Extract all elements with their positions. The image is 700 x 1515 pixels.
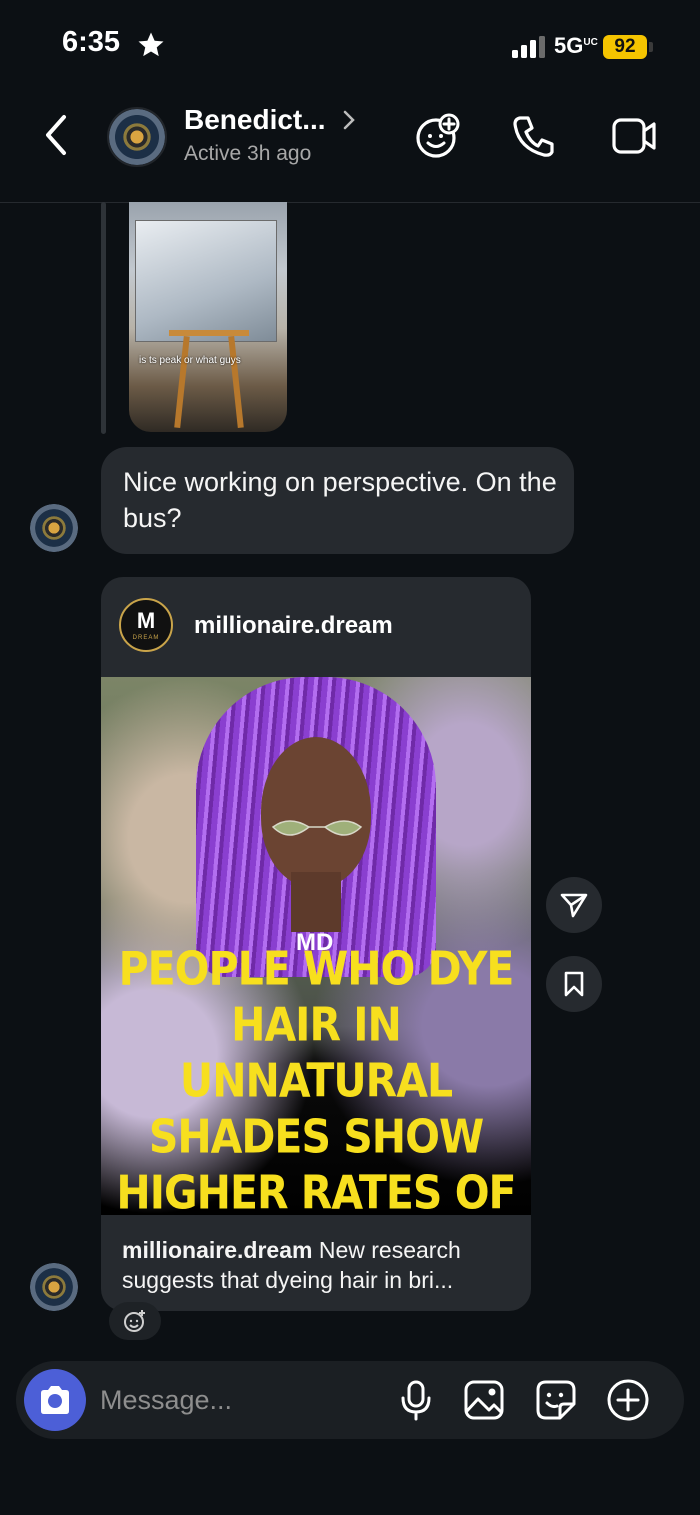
logo-subtext: DREAM (132, 635, 160, 641)
message-text: Nice working on perspective. On the bus? (123, 467, 557, 533)
message-input[interactable] (100, 1381, 380, 1419)
logo-letter: M (136, 608, 156, 633)
neck-shape (291, 872, 341, 932)
post-caption: millionaire.dream New research suggests … (122, 1235, 514, 1295)
face-shape (261, 737, 371, 887)
sunglasses-shape (271, 820, 363, 836)
sender-avatar[interactable] (30, 1263, 78, 1311)
easel-leg (228, 335, 244, 429)
reply-indicator (101, 202, 106, 434)
post-author-avatar[interactable]: M DREAM (119, 598, 173, 652)
battery-tip (649, 42, 653, 52)
share-button[interactable] (546, 877, 602, 933)
shared-post[interactable]: M DREAM millionaire.dream MD PEOPLE WHO … (101, 577, 531, 1311)
microphone-icon[interactable] (394, 1378, 438, 1422)
sticker-icon[interactable] (534, 1378, 578, 1422)
games-icon[interactable] (414, 112, 462, 160)
post-username[interactable]: millionaire.dream (194, 612, 393, 640)
back-icon[interactable] (40, 113, 74, 157)
message-composer (16, 1361, 684, 1439)
bookmark-icon (564, 971, 584, 997)
phone-icon[interactable] (510, 112, 558, 160)
contact-name[interactable]: Benedict... (184, 104, 326, 136)
message-bubble[interactable]: Nice working on perspective. On the bus? (101, 447, 574, 554)
network-type: 5GUC (554, 33, 598, 58)
chevron-right-icon[interactable] (340, 108, 358, 132)
plus-icon[interactable] (606, 1378, 650, 1422)
story-thumbnail[interactable]: is ts peak or what guys (129, 202, 287, 432)
camera-button[interactable] (24, 1369, 86, 1431)
share-icon (560, 893, 588, 918)
save-button[interactable] (546, 956, 602, 1012)
story-caption: is ts peak or what guys (139, 355, 241, 366)
post-image[interactable]: MD PEOPLE WHO DYE HAIR IN UNNATURAL SHAD… (101, 677, 531, 1215)
signal-icon (512, 36, 545, 58)
easel (169, 330, 249, 336)
camera-icon (41, 1386, 69, 1414)
gallery-icon[interactable] (462, 1378, 506, 1422)
video-icon[interactable] (610, 112, 658, 160)
painting (135, 220, 277, 342)
battery-indicator: 92 (603, 35, 647, 59)
add-reaction-icon (124, 1310, 145, 1332)
active-status: Active 3h ago (184, 142, 312, 165)
caption-username: millionaire.dream (122, 1237, 313, 1263)
contact-avatar[interactable] (107, 107, 167, 167)
add-reaction-button[interactable] (109, 1302, 161, 1340)
post-headline: PEOPLE WHO DYE HAIR IN UNNATURAL SHADES … (116, 942, 516, 1215)
sender-avatar[interactable] (30, 504, 78, 552)
easel-leg (174, 335, 190, 429)
status-time: 6:35 (62, 26, 121, 58)
star-icon (138, 32, 164, 57)
